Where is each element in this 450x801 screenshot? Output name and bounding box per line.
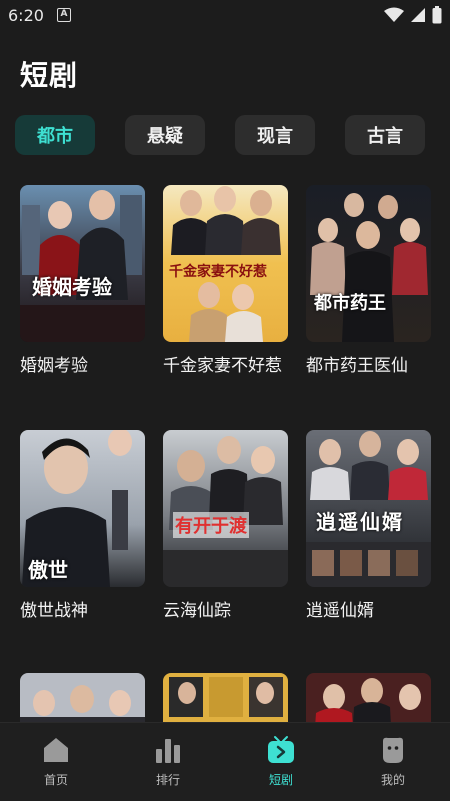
tab-category-guyan[interactable]: 古言 (345, 115, 425, 155)
tab-category-xianyan[interactable]: 现言 (235, 115, 315, 155)
drama-poster[interactable]: 千金家妻不好惹 (163, 185, 288, 342)
tab-category-dushi[interactable]: 都市 (15, 115, 95, 155)
drama-poster[interactable] (163, 673, 288, 722)
drama-title[interactable]: 云海仙踪 (163, 597, 288, 625)
drama-poster[interactable] (306, 673, 431, 722)
drama-card[interactable]: 婚姻考验 婚姻考验 (20, 185, 145, 380)
drama-card[interactable]: 都市药王 都市药王医仙 (306, 185, 431, 380)
poster-title-text: 千金家妻不好惹 (169, 264, 267, 280)
bottom-navigation: 首页 排行 短剧 我的 (0, 722, 450, 801)
tab-category-xuanyi[interactable]: 悬疑 (125, 115, 205, 155)
drama-poster[interactable]: 逍遥仙婿 (306, 430, 431, 587)
drama-poster[interactable] (20, 673, 145, 722)
poster-title-text: 傲世 (28, 558, 68, 582)
nav-short-drama-label: 短剧 (268, 773, 293, 787)
drama-card[interactable]: 有开于渡 云海仙踪 (163, 430, 288, 625)
drama-title[interactable]: 千金家妻不好惹 (163, 352, 288, 380)
drama-poster[interactable]: 傲世 (20, 430, 145, 587)
nav-profile[interactable]: 我的 (353, 735, 433, 795)
status-icons (384, 6, 442, 24)
poster-title-text: 有开于渡 (173, 512, 249, 538)
nav-home-label: 首页 (43, 773, 68, 787)
drama-title[interactable]: 逍遥仙婿 (306, 597, 431, 625)
ranking-icon (156, 739, 180, 763)
poster-title-text: 都市药王 (314, 293, 386, 314)
drama-card[interactable] (306, 673, 431, 722)
nav-profile-label: 我的 (380, 773, 405, 787)
poster-title-text: 婚姻考验 (32, 275, 112, 299)
drama-card[interactable]: 傲世 傲世战神 (20, 430, 145, 625)
nav-ranking[interactable]: 排行 (128, 735, 208, 795)
drama-card[interactable] (20, 673, 145, 722)
drama-card[interactable]: 千金家妻不好惹 千金家妻不好惹 (163, 185, 288, 380)
nav-home[interactable]: 首页 (16, 735, 96, 795)
drama-poster[interactable]: 婚姻考验 (20, 185, 145, 342)
poster-title-text: 逍遥仙婿 (316, 510, 404, 534)
profile-icon (383, 737, 403, 763)
home-icon (44, 738, 68, 762)
status-bar: 6:20 A (0, 0, 450, 32)
notification-app-icon: A (57, 8, 71, 22)
category-tabs: 都市 悬疑 现言 古言 (15, 115, 435, 155)
short-drama-icon (268, 736, 294, 763)
drama-title[interactable]: 都市药王医仙 (306, 352, 431, 380)
page-title: 短剧 (20, 59, 79, 92)
nav-ranking-label: 排行 (155, 773, 180, 787)
drama-card[interactable]: 逍遥仙婿 逍遥仙婿 (306, 430, 431, 625)
drama-title[interactable]: 婚姻考验 (20, 352, 145, 380)
battery-icon (432, 6, 442, 24)
nav-short-drama[interactable]: 短剧 (241, 735, 321, 795)
status-time: 6:20 (8, 6, 44, 25)
drama-grid: 婚姻考验 婚姻考验 千金家妻不好惹 千金家妻不好惹 都市药王 都市药王医仙 傲世… (0, 185, 450, 722)
drama-card[interactable] (163, 673, 288, 722)
wifi-icon (384, 7, 404, 22)
drama-poster[interactable]: 都市药王 (306, 185, 431, 342)
drama-title[interactable]: 傲世战神 (20, 597, 145, 625)
drama-poster[interactable]: 有开于渡 (163, 430, 288, 587)
app-screen: 6:20 A 短剧 都市 悬疑 现言 古言 婚姻考验 婚姻考验 千金家妻不好惹 … (0, 0, 450, 801)
cell-signal-icon (411, 8, 425, 22)
